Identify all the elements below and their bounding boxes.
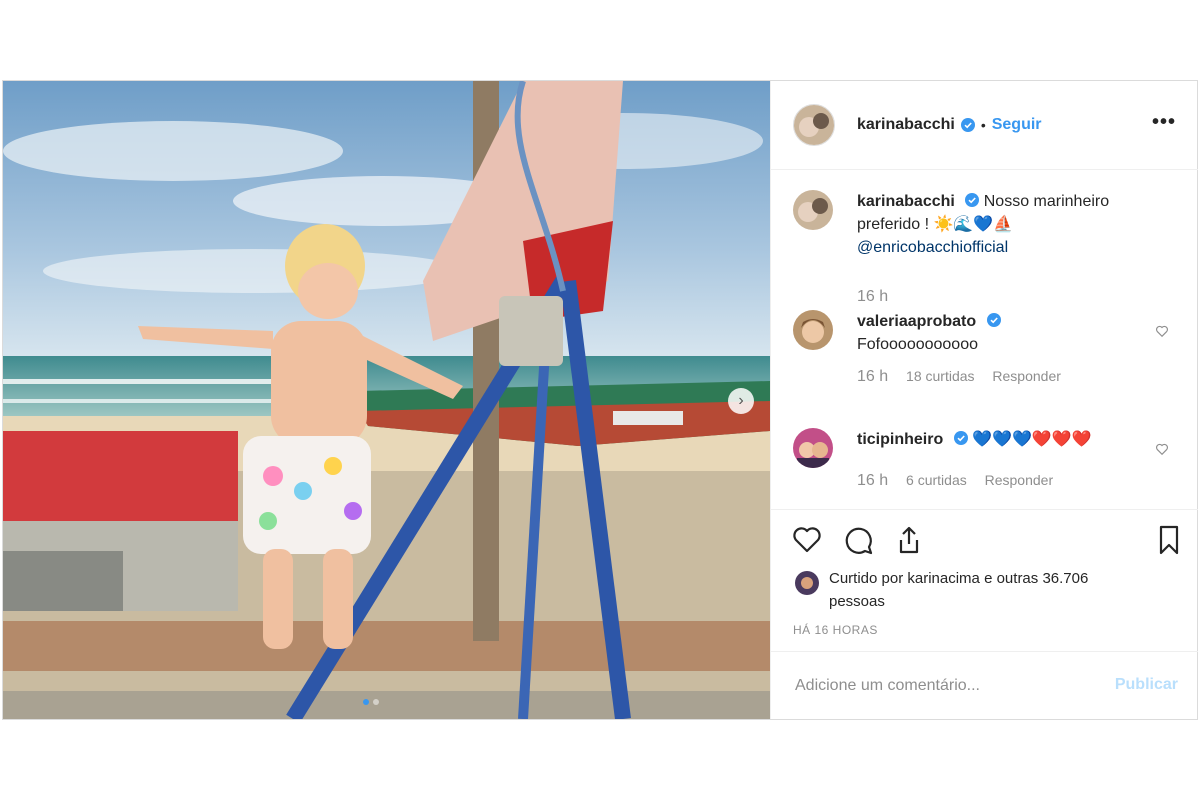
- comment-meta: 16 h 18 curtidas Responder: [857, 368, 1075, 386]
- comment-avatar[interactable]: [793, 310, 833, 350]
- verified-badge-icon: [953, 431, 968, 445]
- comment-like-heart-icon[interactable]: [1155, 324, 1169, 338]
- verified-badge-icon: [986, 313, 1001, 327]
- liked-by-text: Curtido por karinacima e outras 36.706 p…: [829, 567, 1129, 613]
- comment-likes[interactable]: 18 curtidas: [906, 368, 974, 384]
- comment-body: valeriaaprobato Fofooooooooooo: [857, 310, 1157, 356]
- comment-item: ticipinheiro 💙💙💙❤️❤️❤️ 16 h 6 curtidas R…: [791, 428, 1191, 508]
- header-separator: •: [980, 117, 986, 133]
- liked-by-avatar[interactable]: [795, 571, 819, 595]
- carousel-dot: [373, 699, 379, 705]
- like-heart-icon[interactable]: [791, 524, 823, 556]
- caption-avatar[interactable]: [793, 190, 833, 230]
- comment-text: Fofooooooooooo: [857, 336, 978, 353]
- save-bookmark-icon[interactable]: [1153, 524, 1185, 556]
- caption-time[interactable]: 16 h: [857, 288, 888, 305]
- comment-reply-button[interactable]: Responder: [992, 368, 1061, 384]
- liked-by-user[interactable]: karinacima: [907, 570, 980, 587]
- caption-username[interactable]: karinabacchi: [857, 193, 955, 210]
- caption-mention[interactable]: @enricobacchiofficial: [857, 239, 1008, 256]
- comment-body: ticipinheiro 💙💙💙❤️❤️❤️: [857, 428, 1157, 451]
- comment-text: 💙💙💙❤️❤️❤️: [972, 431, 1092, 448]
- post-photo-image: [3, 81, 770, 719]
- comment-bubble-icon[interactable]: [843, 524, 875, 556]
- publish-button[interactable]: Publicar: [1115, 676, 1178, 694]
- add-comment-bar: Publicar: [771, 651, 1198, 720]
- caption-meta: 16 h: [857, 288, 902, 306]
- follow-button[interactable]: Seguir: [992, 116, 1042, 134]
- next-photo-button[interactable]: ›: [728, 388, 754, 414]
- instagram-post: › karinabacchi • Seguir ••• karinabacchi: [2, 80, 1198, 720]
- verified-badge-icon: [965, 193, 980, 207]
- comment-like-heart-icon[interactable]: [1155, 442, 1169, 456]
- comment-item: valeriaaprobato Fofooooooooooo 16 h 18 c…: [791, 310, 1191, 390]
- comment-username[interactable]: valeriaaprobato: [857, 313, 976, 330]
- post-time-ago[interactable]: HÁ 16 HORAS: [793, 623, 878, 637]
- comment-avatar[interactable]: [793, 428, 833, 468]
- post-side-panel: karinabacchi • Seguir ••• karinabacchi N…: [770, 81, 1198, 719]
- post-header: karinabacchi • Seguir •••: [771, 81, 1198, 170]
- comments-section: karinabacchi Nosso marinheiro preferido …: [771, 170, 1198, 508]
- author-avatar[interactable]: [793, 104, 835, 146]
- carousel-dot-active: [363, 699, 369, 705]
- comment-likes[interactable]: 6 curtidas: [906, 472, 967, 488]
- comment-time[interactable]: 16 h: [857, 472, 888, 489]
- liked-by-prefix: Curtido por: [829, 570, 904, 587]
- carousel-indicator: [363, 699, 379, 705]
- caption: karinabacchi Nosso marinheiro preferido …: [791, 190, 1191, 305]
- more-options-icon[interactable]: •••: [1152, 111, 1176, 134]
- caption-body: karinabacchi Nosso marinheiro preferido …: [857, 190, 1157, 259]
- author-username[interactable]: karinabacchi: [857, 116, 955, 134]
- post-photo[interactable]: ›: [3, 81, 770, 719]
- comment-reply-button[interactable]: Responder: [985, 472, 1054, 488]
- comment-time[interactable]: 16 h: [857, 368, 888, 385]
- comment-input[interactable]: [793, 670, 1097, 702]
- share-icon[interactable]: [893, 524, 925, 556]
- comment-meta: 16 h 6 curtidas Responder: [857, 472, 1067, 490]
- verified-badge-icon: [960, 118, 975, 132]
- comment-username[interactable]: ticipinheiro: [857, 431, 943, 448]
